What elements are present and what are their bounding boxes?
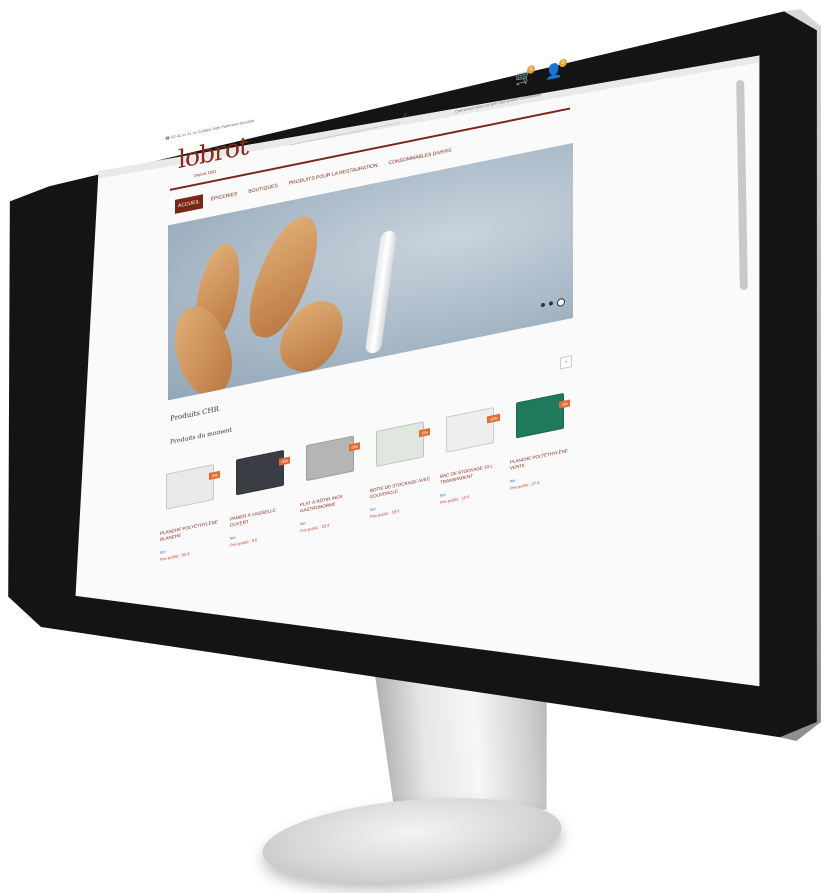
section-subtitle: Produits du moment [170,426,232,446]
nav-item-accueil[interactable]: ACCUEIL [175,194,203,214]
nav-item-consommables[interactable]: CONSOMMABLES DIVERS [386,143,455,171]
product-shape [376,421,424,468]
product-card[interactable]: -5% Planche polyéthylène verte Réf. Prix… [510,379,574,491]
product-card[interactable]: -5% Boîte de stockage avec couvercle Réf… [370,407,434,519]
white-utensil-image [364,230,398,354]
discount-badge: -5% [208,470,220,481]
carousel-dot[interactable] [549,301,553,306]
monitor-stand-base [259,787,565,893]
product-image[interactable]: -5% [160,451,220,521]
product-card[interactable]: -10% Bac de stockage 10 L transparent Ré… [440,393,504,505]
carousel-dot[interactable] [541,302,545,308]
product-shape [236,449,284,496]
wishlist-count-badge: 0 [559,58,567,68]
carousel-dot-active[interactable] [557,297,565,308]
nav-item-epiceries[interactable]: ÉPICERIES [208,187,241,208]
nav-item-boutiques[interactable]: BOUTIQUES [245,178,280,199]
discount-badge: -5% [348,442,360,452]
product-card[interactable]: -5% Plat à rôtir inox Gastronorme Réf. P… [300,421,364,533]
discount-badge: -5% [418,428,430,438]
search-input[interactable] [290,112,400,146]
product-shape [306,435,354,482]
product-image[interactable]: -5% [510,380,570,450]
site-logo[interactable]: lobrot [178,131,248,174]
discount-badge: -5% [558,399,570,409]
product-shape [516,392,564,439]
carousel-dots [541,297,565,311]
section-title: Produits CHR [170,404,219,423]
search-icon[interactable]: ⌕ [403,108,408,120]
carousel-next-button[interactable]: › [560,355,572,370]
product-image[interactable]: -5% [370,408,430,478]
website-page: ☎ 02 41 xx xx xx Contact Aide Paiement s… [150,25,590,675]
product-card[interactable]: -5% Panier à vaisselle ouvert Réf. Prix … [230,436,294,548]
product-list: -5% Planche polyéthylène blanche Réf. Pr… [160,378,580,562]
discount-badge: -5% [278,456,290,466]
product-image[interactable]: -5% [230,437,290,507]
cart-count-badge: 0 [527,64,535,75]
product-image[interactable]: -10% [440,394,500,464]
account-links[interactable]: Connexion Mon compte Mon panier Commande… [455,91,542,114]
hero-banner[interactable] [168,142,573,401]
product-shape [446,407,494,453]
product-card[interactable]: -5% Planche polyéthylène blanche Réf. Pr… [160,450,224,562]
product-image[interactable]: -5% [300,422,360,492]
product-shape [166,463,214,510]
discount-badge: -10% [486,413,500,424]
